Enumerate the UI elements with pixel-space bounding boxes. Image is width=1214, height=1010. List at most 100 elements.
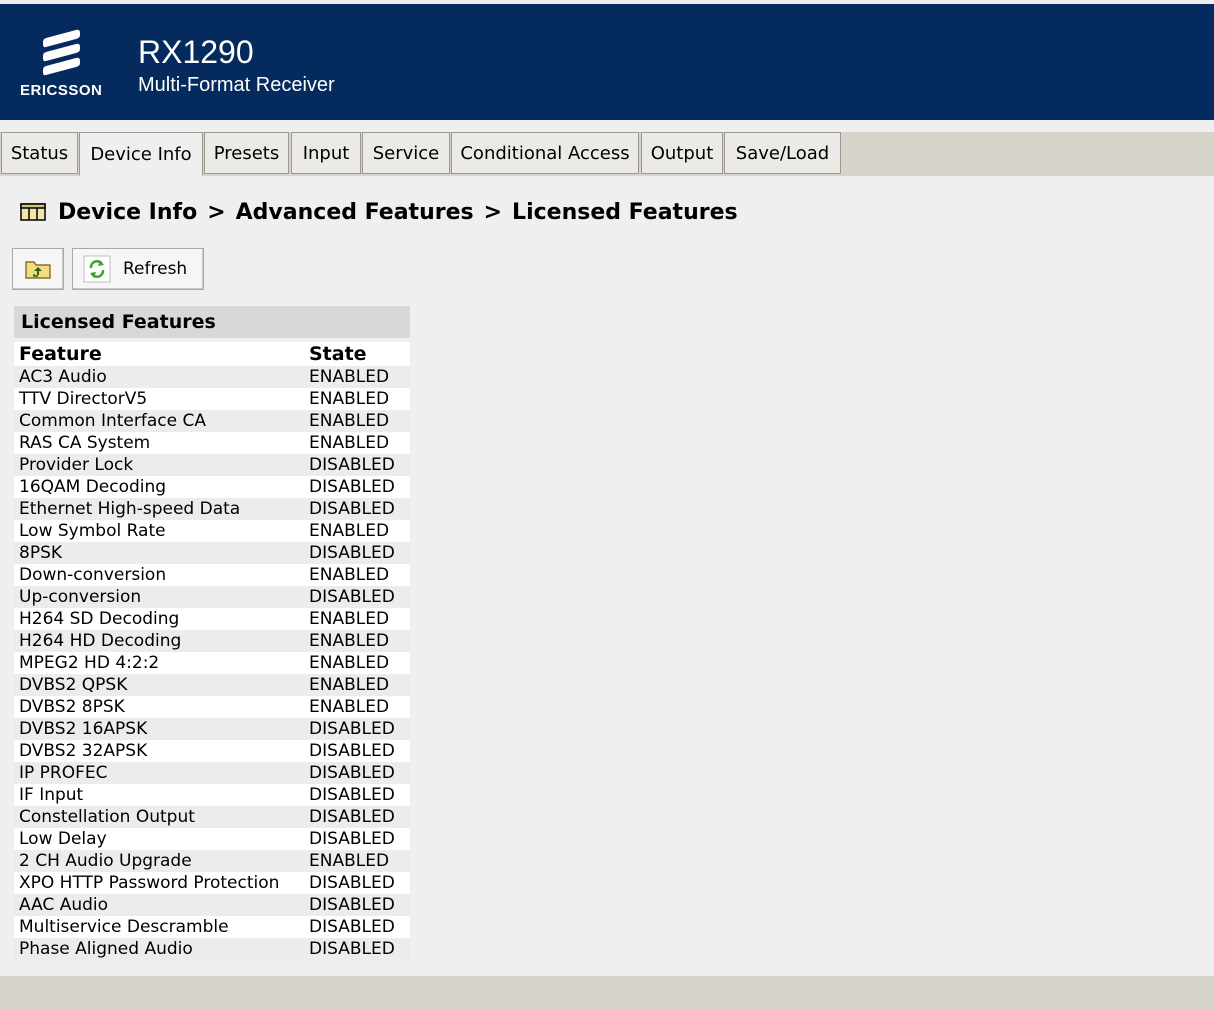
table-row: IF Input DISABLED	[14, 784, 410, 806]
feature-cell: DVBS2 32APSK	[14, 740, 309, 762]
state-cell: ENABLED	[309, 630, 410, 652]
table-row: Constellation Output DISABLED	[14, 806, 410, 828]
state-cell: ENABLED	[309, 696, 410, 718]
feature-cell: Up-conversion	[14, 586, 309, 608]
feature-cell: DVBS2 QPSK	[14, 674, 309, 696]
feature-cell: Low Symbol Rate	[14, 520, 309, 542]
state-cell: DISABLED	[309, 586, 410, 608]
table-row: DVBS2 32APSK DISABLED	[14, 740, 410, 762]
table-row: 16QAM Decoding DISABLED	[14, 476, 410, 498]
feature-cell: IF Input	[14, 784, 309, 806]
feature-cell: AC3 Audio	[14, 366, 309, 388]
table-row: Phase Aligned Audio DISABLED	[14, 938, 410, 960]
table-header-row: Feature State	[14, 342, 410, 366]
table-row: DVBS2 16APSK DISABLED	[14, 718, 410, 740]
table-row: AAC Audio DISABLED	[14, 894, 410, 916]
feature-cell: XPO HTTP Password Protection	[14, 872, 309, 894]
table-row: Provider Lock DISABLED	[14, 454, 410, 476]
feature-cell: TTV DirectorV5	[14, 388, 309, 410]
state-cell: ENABLED	[309, 564, 410, 586]
refresh-label: Refresh	[123, 259, 188, 279]
column-header-state: State	[309, 342, 410, 366]
state-cell: DISABLED	[309, 718, 410, 740]
table-row: Low Delay DISABLED	[14, 828, 410, 850]
feature-cell: Phase Aligned Audio	[14, 938, 309, 960]
tab-conditional-access[interactable]: Conditional Access	[451, 132, 639, 174]
table-row: Up-conversion DISABLED	[14, 586, 410, 608]
tab-bar: Status Device Info Presets Input Service…	[0, 132, 1214, 176]
state-cell: DISABLED	[309, 740, 410, 762]
tab-save-load[interactable]: Save/Load	[724, 132, 841, 174]
feature-cell: DVBS2 8PSK	[14, 696, 309, 718]
table-row: H264 HD Decoding ENABLED	[14, 630, 410, 652]
state-cell: DISABLED	[309, 828, 410, 850]
table-row: TTV DirectorV5 ENABLED	[14, 388, 410, 410]
table-row: 8PSK DISABLED	[14, 542, 410, 564]
table-row: 2 CH Audio Upgrade ENABLED	[14, 850, 410, 872]
state-cell: DISABLED	[309, 938, 410, 960]
state-cell: ENABLED	[309, 520, 410, 542]
breadcrumb-separator: >	[483, 199, 503, 225]
state-cell: ENABLED	[309, 652, 410, 674]
feature-cell: Low Delay	[14, 828, 309, 850]
state-cell: ENABLED	[309, 410, 410, 432]
licensed-features-panel: Licensed Features Feature State AC3 Audi…	[14, 306, 410, 960]
device-info-icon	[20, 203, 46, 221]
folder-up-button[interactable]	[12, 248, 64, 290]
table-row: RAS CA System ENABLED	[14, 432, 410, 454]
breadcrumb-advanced-features[interactable]: Advanced Features	[236, 200, 474, 225]
state-cell: DISABLED	[309, 454, 410, 476]
tab-output[interactable]: Output	[641, 132, 723, 174]
table-row: H264 SD Decoding ENABLED	[14, 608, 410, 630]
feature-cell: 16QAM Decoding	[14, 476, 309, 498]
table-row: XPO HTTP Password Protection DISABLED	[14, 872, 410, 894]
state-cell: DISABLED	[309, 916, 410, 938]
logo-text: ERICSSON	[20, 82, 103, 99]
feature-cell: AAC Audio	[14, 894, 309, 916]
folder-up-icon	[25, 261, 51, 279]
table-row: Low Symbol Rate ENABLED	[14, 520, 410, 542]
table-row: AC3 Audio ENABLED	[14, 366, 410, 388]
product-subtitle: Multi-Format Receiver	[138, 74, 335, 96]
feature-cell: 2 CH Audio Upgrade	[14, 850, 309, 872]
breadcrumb-separator: >	[207, 199, 226, 225]
product-name: RX1290	[138, 34, 254, 70]
licensed-features-table: Feature State AC3 Audio ENABLED TTV Direct…	[14, 342, 410, 960]
tab-input[interactable]: Input	[291, 132, 361, 174]
breadcrumb-licensed-features: Licensed Features	[512, 199, 738, 225]
state-cell: ENABLED	[309, 366, 410, 388]
feature-cell: H264 SD Decoding	[14, 608, 309, 630]
state-cell: DISABLED	[309, 872, 410, 894]
tab-device-info[interactable]: Device Info	[79, 132, 203, 176]
feature-cell: Ethernet High-speed Data	[14, 498, 309, 520]
breadcrumb: Device Info > Advanced Features > Licens…	[20, 196, 738, 228]
tab-status[interactable]: Status	[1, 132, 78, 174]
refresh-button[interactable]: Refresh	[72, 248, 204, 290]
header: ERICSSON RX1290 Multi-Format Receiver	[0, 4, 1214, 120]
table-body: AC3 Audio ENABLED TTV DirectorV5 ENABLED Com…	[14, 366, 410, 960]
state-cell: ENABLED	[309, 432, 410, 454]
panel-title: Licensed Features	[14, 306, 410, 338]
feature-cell: Common Interface CA	[14, 410, 309, 432]
column-header-feature: Feature	[14, 342, 309, 366]
state-cell: DISABLED	[309, 806, 410, 828]
table-row: DVBS2 QPSK ENABLED	[14, 674, 410, 696]
tab-presets[interactable]: Presets	[204, 132, 289, 174]
feature-cell: Provider Lock	[14, 454, 309, 476]
feature-cell: H264 HD Decoding	[14, 630, 309, 652]
state-cell: ENABLED	[309, 608, 410, 630]
state-cell: DISABLED	[309, 498, 410, 520]
state-cell: DISABLED	[309, 476, 410, 498]
feature-cell: RAS CA System	[14, 432, 309, 454]
ericsson-logo-icon	[43, 29, 80, 76]
table-row: IP PROFEC DISABLED	[14, 762, 410, 784]
feature-cell: Constellation Output	[14, 806, 309, 828]
tab-service[interactable]: Service	[362, 132, 450, 174]
table-row: MPEG2 HD 4:2:2 ENABLED	[14, 652, 410, 674]
feature-cell: Down-conversion	[14, 564, 309, 586]
state-cell: DISABLED	[309, 784, 410, 806]
refresh-icon	[83, 255, 111, 283]
breadcrumb-device-info[interactable]: Device Info	[58, 200, 197, 225]
state-cell: ENABLED	[309, 850, 410, 872]
table-row: Ethernet High-speed Data DISABLED	[14, 498, 410, 520]
